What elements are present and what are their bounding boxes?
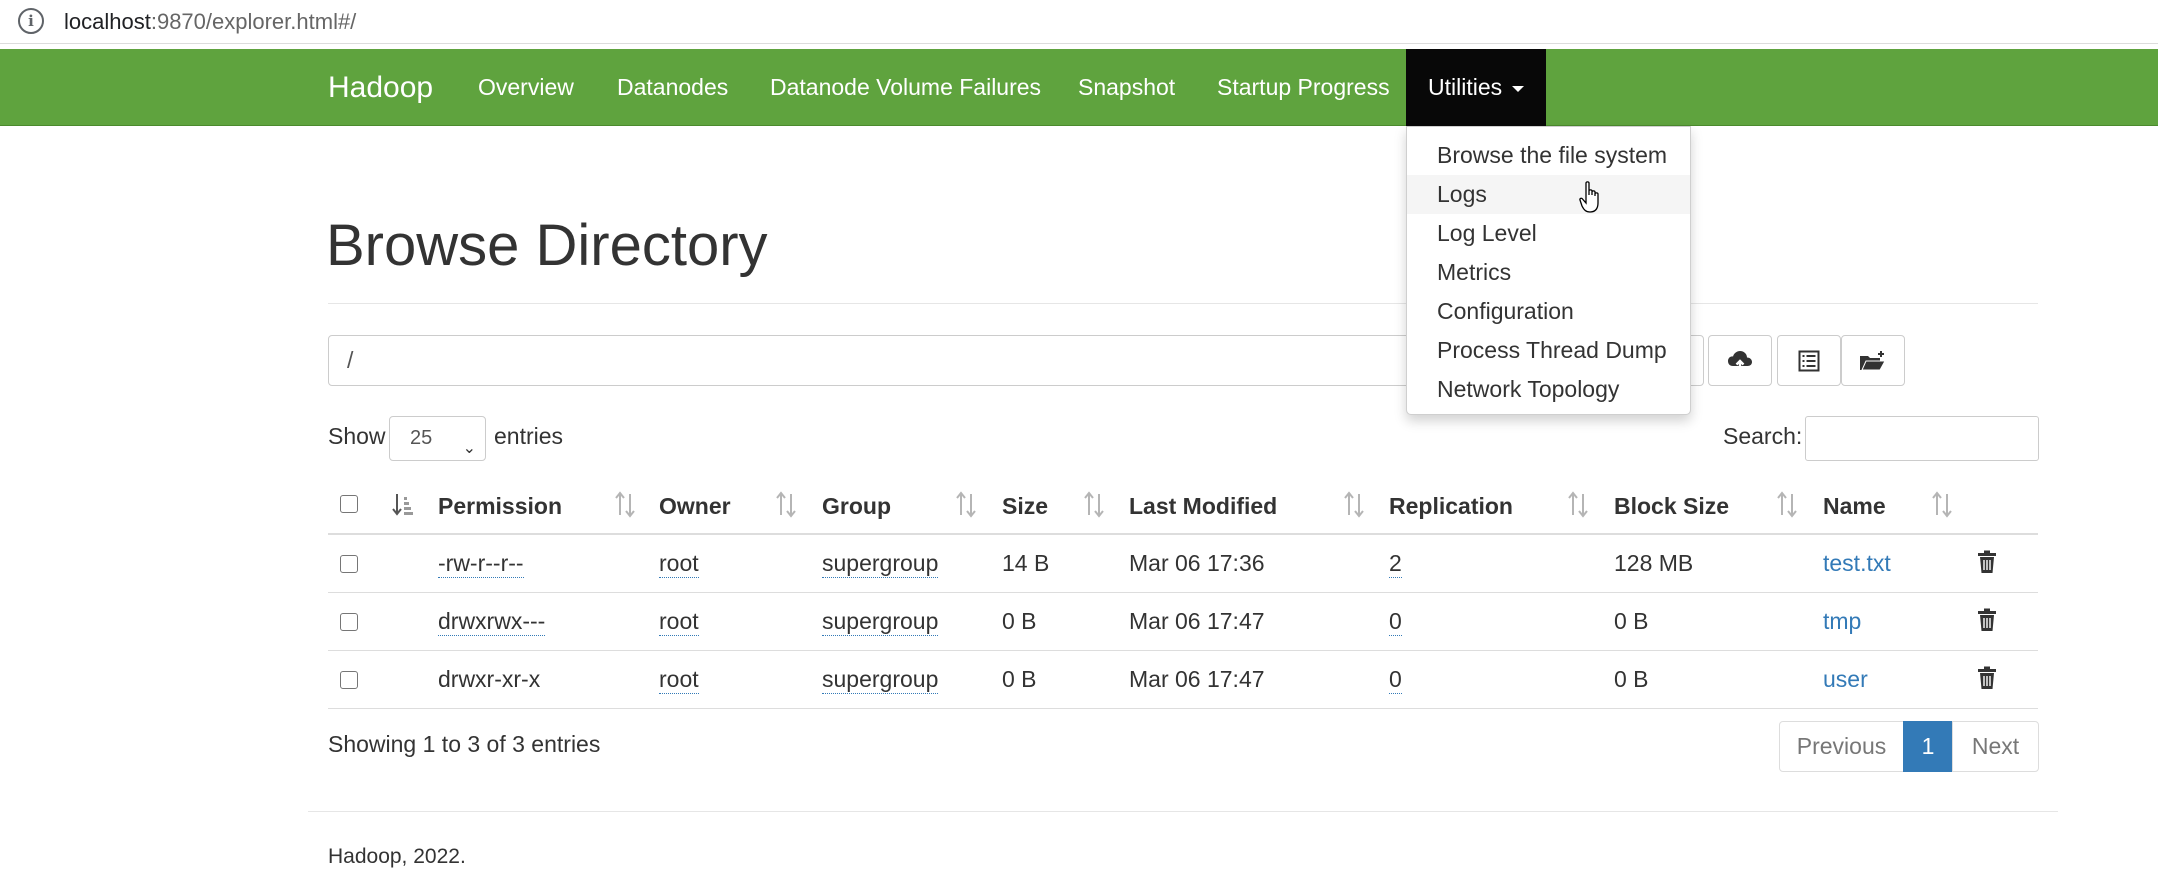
cell-block-size: 128 MB <box>1614 550 1694 576</box>
col-block-size[interactable]: Block Size <box>1614 493 1729 520</box>
table-info: Showing 1 to 3 of 3 entries <box>328 731 601 757</box>
cell-last-modified: Mar 06 17:47 <box>1129 666 1265 692</box>
search-label: Search: <box>1723 423 1803 449</box>
entries-label: entries <box>494 423 564 449</box>
title-divider <box>328 303 2038 304</box>
cell-owner[interactable]: root <box>659 666 699 694</box>
col-replication[interactable]: Replication <box>1389 493 1513 520</box>
row-checkbox[interactable] <box>340 671 358 689</box>
address-bar[interactable]: i localhost:9870/explorer.html#/ <box>0 0 2158 44</box>
cell-last-modified: Mar 06 17:36 <box>1129 550 1265 576</box>
col-last-modified[interactable]: Last Modified <box>1129 493 1277 520</box>
cell-group[interactable]: supergroup <box>822 550 939 578</box>
cell-name-link[interactable]: user <box>1823 666 1868 693</box>
cell-owner[interactable]: root <box>659 608 699 636</box>
menu-item-network-topology[interactable]: Network Topology <box>1407 370 1690 409</box>
cell-permission[interactable]: drwxrwx--- <box>438 608 546 636</box>
cell-permission[interactable]: drwxr-xr-x <box>438 666 540 693</box>
page-title: Browse Directory <box>326 213 768 278</box>
brand-logo[interactable]: Hadoop <box>328 49 433 126</box>
trash-icon[interactable] <box>1977 550 1997 574</box>
cell-name-link[interactable]: tmp <box>1823 608 1861 635</box>
cell-name-link[interactable]: test.txt <box>1823 550 1891 577</box>
previous-button[interactable]: Previous <box>1779 721 1904 772</box>
url-text[interactable]: localhost:9870/explorer.html#/ <box>64 9 356 35</box>
hand-cursor-icon <box>1579 181 1599 213</box>
chevron-down-icon: ⌄ <box>462 440 476 457</box>
cell-group[interactable]: supergroup <box>822 666 939 694</box>
trash-icon[interactable] <box>1977 608 1997 632</box>
cell-block-size: 0 B <box>1614 666 1649 692</box>
menu-item-logs[interactable]: Logs <box>1407 175 1690 214</box>
cell-size: 0 B <box>1002 608 1037 634</box>
table-row: -rw-r--r-- root supergroup 14 B Mar 06 1… <box>328 536 2038 593</box>
url-host: localhost <box>64 9 151 34</box>
footer-divider <box>308 811 2058 812</box>
list-icon <box>1798 350 1820 371</box>
cell-last-modified: Mar 06 17:47 <box>1129 608 1265 634</box>
sort-icon[interactable] <box>1776 491 1798 519</box>
caret-down-icon <box>1512 85 1525 92</box>
footer-text: Hadoop, 2022. <box>328 845 466 868</box>
sort-icon[interactable] <box>1083 491 1105 519</box>
site-info-icon[interactable]: i <box>18 8 44 34</box>
search-input[interactable] <box>1805 416 2039 461</box>
cell-permission[interactable]: -rw-r--r-- <box>438 550 524 578</box>
table-row: drwxrwx--- root supergroup 0 B Mar 06 17… <box>328 594 2038 651</box>
nav-overview[interactable]: Overview <box>478 49 574 126</box>
select-all-checkbox[interactable] <box>340 495 358 513</box>
menu-item-browse-file-system[interactable]: Browse the file system <box>1407 136 1690 175</box>
menu-item-configuration[interactable]: Configuration <box>1407 292 1690 331</box>
nav-startup-progress[interactable]: Startup Progress <box>1217 49 1390 126</box>
show-label: Show <box>328 423 386 449</box>
cell-owner[interactable]: root <box>659 550 699 578</box>
create-folder-button[interactable] <box>1841 335 1905 386</box>
upload-button[interactable] <box>1708 335 1772 386</box>
col-size[interactable]: Size <box>1002 493 1048 520</box>
sort-icon[interactable] <box>1931 491 1953 519</box>
row-checkbox[interactable] <box>340 555 358 573</box>
nav-datanode-volume-failures[interactable]: Datanode Volume Failures <box>770 49 1041 126</box>
cell-group[interactable]: supergroup <box>822 608 939 636</box>
sort-icon[interactable] <box>955 491 977 519</box>
sort-icon[interactable] <box>1567 491 1589 519</box>
page-length-select[interactable]: 25 ⌄ <box>389 416 486 461</box>
page-1-button[interactable]: 1 <box>1903 721 1953 772</box>
row-checkbox[interactable] <box>340 613 358 631</box>
cell-size: 0 B <box>1002 666 1037 692</box>
upload-cloud-icon <box>1728 350 1752 371</box>
col-owner[interactable]: Owner <box>659 493 731 520</box>
trash-icon[interactable] <box>1977 666 1997 690</box>
table-header: Permission Owner Group Size Last Modifie… <box>328 481 2038 535</box>
cell-block-size: 0 B <box>1614 608 1649 634</box>
cell-replication[interactable]: 0 <box>1389 608 1402 636</box>
menu-item-process-thread-dump[interactable]: Process Thread Dump <box>1407 331 1690 370</box>
nav-utilities[interactable]: Utilities <box>1406 49 1547 126</box>
create-folder-icon <box>1860 350 1886 370</box>
next-button[interactable]: Next <box>1952 721 2039 772</box>
cell-replication[interactable]: 2 <box>1389 550 1402 578</box>
table-row: drwxr-xr-x root supergroup 0 B Mar 06 17… <box>328 652 2038 709</box>
col-name[interactable]: Name <box>1823 493 1886 520</box>
nav-snapshot[interactable]: Snapshot <box>1078 49 1175 126</box>
utilities-dropdown-menu: Browse the file system Logs Log Level Me… <box>1406 126 1691 415</box>
menu-item-log-level[interactable]: Log Level <box>1407 214 1690 253</box>
page-length-value: 25 <box>410 427 433 449</box>
col-permission[interactable]: Permission <box>438 493 562 520</box>
url-path: :9870/explorer.html#/ <box>150 9 357 34</box>
sort-icon[interactable] <box>614 491 636 519</box>
cell-size: 14 B <box>1002 550 1050 576</box>
nav-utilities-label: Utilities <box>1428 74 1503 100</box>
list-view-button[interactable] <box>1777 335 1841 386</box>
cell-replication[interactable]: 0 <box>1389 666 1402 694</box>
col-group[interactable]: Group <box>822 493 891 520</box>
menu-item-metrics[interactable]: Metrics <box>1407 253 1690 292</box>
sort-icon[interactable] <box>1343 491 1365 519</box>
nav-datanodes[interactable]: Datanodes <box>617 49 728 126</box>
sort-icon[interactable] <box>775 491 797 519</box>
sort-numeric-icon[interactable] <box>392 491 414 519</box>
top-navbar: Hadoop Overview Datanodes Datanode Volum… <box>0 49 2158 126</box>
